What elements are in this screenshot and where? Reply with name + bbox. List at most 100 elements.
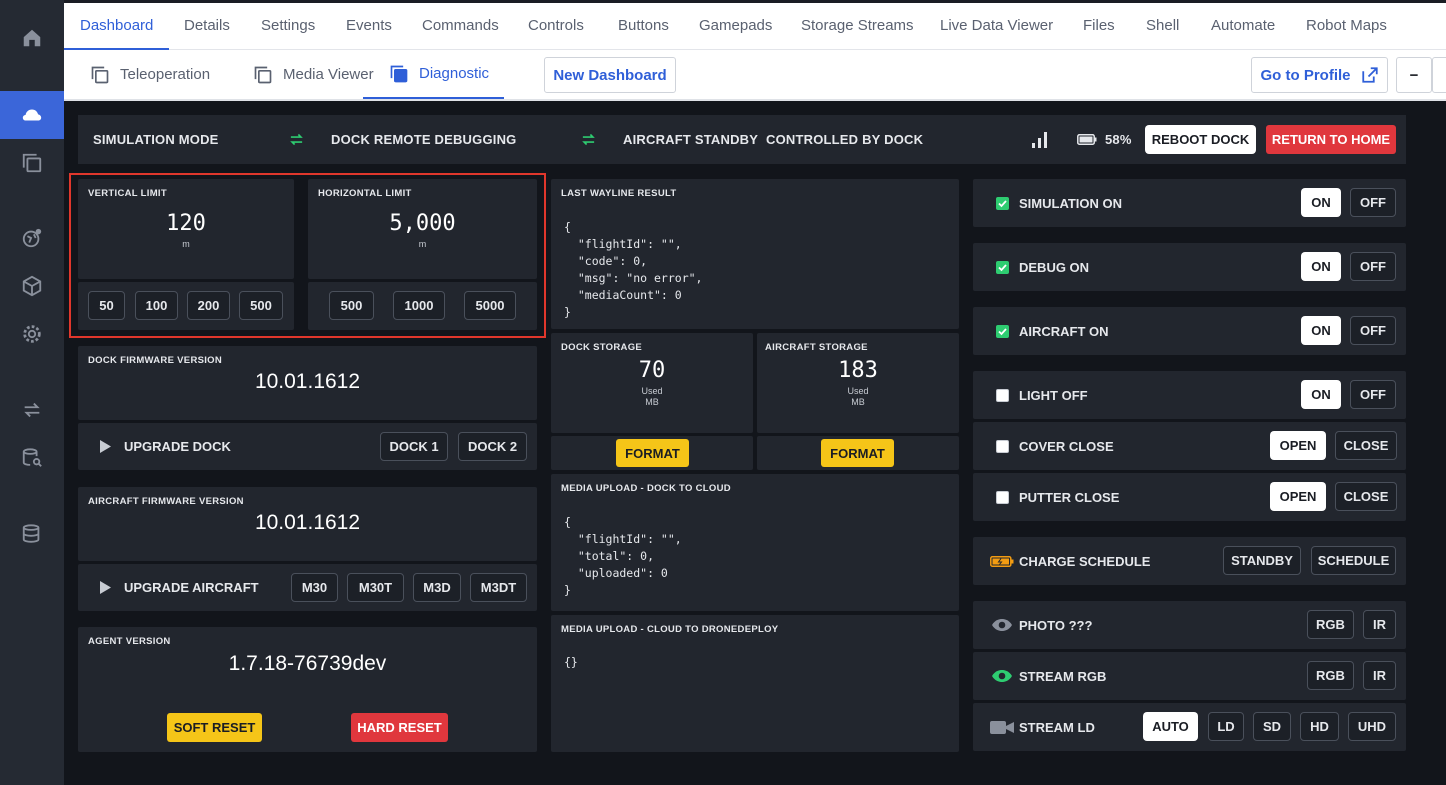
debug-checkbox[interactable] — [996, 261, 1009, 274]
tab-settings[interactable]: Settings — [245, 3, 331, 50]
upgrade-m3dt-button[interactable]: M3DT — [470, 573, 527, 602]
stream-uhd-button[interactable]: UHD — [1348, 712, 1396, 741]
stream-hd-button[interactable]: HD — [1300, 712, 1339, 741]
play-icon[interactable] — [100, 581, 111, 594]
tab-robot-maps[interactable]: Robot Maps — [1290, 3, 1403, 50]
zoom-in-button[interactable] — [1432, 57, 1446, 93]
putter-open-button[interactable]: OPEN — [1270, 482, 1326, 511]
subtab-label: Diagnostic — [419, 65, 490, 82]
aircraft-storage-value: 183 — [838, 358, 878, 383]
photo-ir-button[interactable]: IR — [1363, 610, 1396, 639]
home-icon[interactable] — [0, 14, 64, 62]
stream-sd-button[interactable]: SD — [1253, 712, 1291, 741]
tab-gamepads[interactable]: Gamepads — [683, 3, 788, 50]
aircraft-checkbox[interactable] — [996, 325, 1009, 338]
cover-checkbox[interactable] — [996, 440, 1009, 453]
toggle-row-simulation: SIMULATION ON ON OFF — [973, 179, 1406, 227]
simulation-label: SIMULATION ON — [1019, 196, 1123, 211]
new-dashboard-button[interactable]: New Dashboard — [544, 57, 676, 93]
globe-icon[interactable] — [0, 214, 64, 262]
horizontal-limit-label: HORIZONTAL LIMIT — [318, 188, 412, 199]
aircraft-on-button[interactable]: ON — [1301, 316, 1341, 345]
subtab-diagnostic[interactable]: Diagnostic — [363, 50, 505, 99]
aircraft-label: AIRCRAFT ON — [1019, 324, 1109, 339]
upgrade-m30-button[interactable]: M30 — [291, 573, 338, 602]
cover-open-button[interactable]: OPEN — [1270, 431, 1326, 460]
vertical-limit-preset-button[interactable]: 500 — [239, 291, 283, 320]
settings-gear-icon[interactable] — [0, 310, 64, 358]
horizontal-limit-preset-button[interactable]: 1000 — [393, 291, 445, 320]
play-icon[interactable] — [100, 440, 111, 453]
tab-buttons[interactable]: Buttons — [602, 3, 685, 50]
putter-close-button[interactable]: CLOSE — [1335, 482, 1397, 511]
putter-checkbox[interactable] — [996, 491, 1009, 504]
subtab-teleoperation[interactable]: Teleoperation — [90, 50, 210, 99]
aircraft-format-button[interactable]: FORMAT — [821, 439, 894, 467]
aircraft-firmware-panel: AIRCRAFT FIRMWARE VERSION 10.01.1612 — [78, 487, 537, 561]
vertical-limit-preset-button[interactable]: 100 — [135, 291, 178, 320]
upgrade-m3d-button[interactable]: M3D — [413, 573, 461, 602]
tab-events[interactable]: Events — [330, 3, 408, 50]
photo-rgb-button[interactable]: RGB — [1307, 610, 1354, 639]
aircraft-firmware-label: AIRCRAFT FIRMWARE VERSION — [88, 496, 244, 507]
standby-button[interactable]: STANDBY — [1223, 546, 1301, 575]
cover-close-button[interactable]: CLOSE — [1335, 431, 1397, 460]
hard-reset-button[interactable]: HARD RESET — [351, 713, 448, 742]
reboot-dock-button[interactable]: REBOOT DOCK — [1145, 125, 1256, 154]
tab-controls[interactable]: Controls — [512, 3, 600, 50]
subtab-media-viewer[interactable]: Media Viewer — [253, 50, 374, 99]
upgrade-m30t-button[interactable]: M30T — [347, 573, 404, 602]
stream-auto-button[interactable]: AUTO — [1143, 712, 1198, 741]
tab-details[interactable]: Details — [168, 3, 246, 50]
light-off-button[interactable]: OFF — [1350, 380, 1396, 409]
transfer-icon[interactable] — [0, 386, 64, 434]
tab-shell[interactable]: Shell — [1130, 3, 1195, 50]
media-gallery-icon[interactable] — [0, 139, 64, 187]
upgrade-aircraft-row: UPGRADE AIRCRAFT M30 M30T M3D M3DT — [78, 564, 537, 611]
schedule-button[interactable]: SCHEDULE — [1311, 546, 1396, 575]
debug-on-button[interactable]: ON — [1301, 252, 1341, 281]
horizontal-limit-panel: HORIZONTAL LIMIT 5,000 m — [308, 179, 537, 279]
vertical-limit-preset-button[interactable]: 200 — [187, 291, 230, 320]
media-dock-cloud-panel: MEDIA UPLOAD - DOCK TO CLOUD { "flightId… — [551, 474, 959, 611]
stream-ld-button[interactable]: LD — [1208, 712, 1244, 741]
upgrade-dock-1-button[interactable]: DOCK 1 — [380, 432, 448, 461]
debug-off-button[interactable]: OFF — [1350, 252, 1396, 281]
soft-reset-button[interactable]: SOFT RESET — [167, 713, 262, 742]
tab-storage-streams[interactable]: Storage Streams — [785, 3, 930, 50]
zoom-out-button[interactable]: − — [1396, 57, 1432, 93]
tab-files[interactable]: Files — [1067, 3, 1131, 50]
light-on-button[interactable]: ON — [1301, 380, 1341, 409]
stream-rgb-button[interactable]: RGB — [1307, 661, 1354, 690]
dock-storage-panel: DOCK STORAGE 70 Used MB — [551, 333, 753, 433]
light-checkbox[interactable] — [996, 389, 1009, 402]
horizontal-limit-preset-button[interactable]: 5000 — [464, 291, 516, 320]
simulation-checkbox[interactable] — [996, 197, 1009, 210]
tab-automate[interactable]: Automate — [1195, 3, 1291, 50]
stream-ld-row: STREAM LD AUTO LD SD HD UHD — [973, 703, 1406, 751]
external-link-icon — [1361, 67, 1378, 83]
go-to-profile-button[interactable]: Go to Profile — [1251, 57, 1388, 93]
tab-commands[interactable]: Commands — [406, 3, 515, 50]
dock-storage-unit: MB — [645, 397, 659, 407]
upgrade-dock-label: UPGRADE DOCK — [124, 439, 231, 454]
simulation-on-button[interactable]: ON — [1301, 188, 1341, 217]
database-icon[interactable] — [0, 510, 64, 558]
tab-live-data-viewer[interactable]: Live Data Viewer — [924, 3, 1069, 50]
database-search-icon[interactable] — [0, 434, 64, 482]
return-to-home-button[interactable]: RETURN TO HOME — [1266, 125, 1396, 154]
dock-format-button[interactable]: FORMAT — [616, 439, 689, 467]
photo-label: PHOTO ??? — [1019, 618, 1093, 633]
cube-icon[interactable] — [0, 262, 64, 310]
aircraft-off-button[interactable]: OFF — [1350, 316, 1396, 345]
upgrade-dock-row: UPGRADE DOCK DOCK 1 DOCK 2 — [78, 423, 537, 470]
upgrade-dock-2-button[interactable]: DOCK 2 — [458, 432, 527, 461]
simulation-off-button[interactable]: OFF — [1350, 188, 1396, 217]
horizontal-limit-preset-button[interactable]: 500 — [329, 291, 374, 320]
tab-dashboard[interactable]: Dashboard — [64, 3, 170, 50]
stream-ir-button[interactable]: IR — [1363, 661, 1396, 690]
aircraft-firmware-version: 10.01.1612 — [254, 511, 361, 534]
dashboard-icon[interactable] — [0, 91, 64, 139]
dock-firmware-version: 10.01.1612 — [254, 370, 361, 393]
vertical-limit-preset-button[interactable]: 50 — [88, 291, 125, 320]
